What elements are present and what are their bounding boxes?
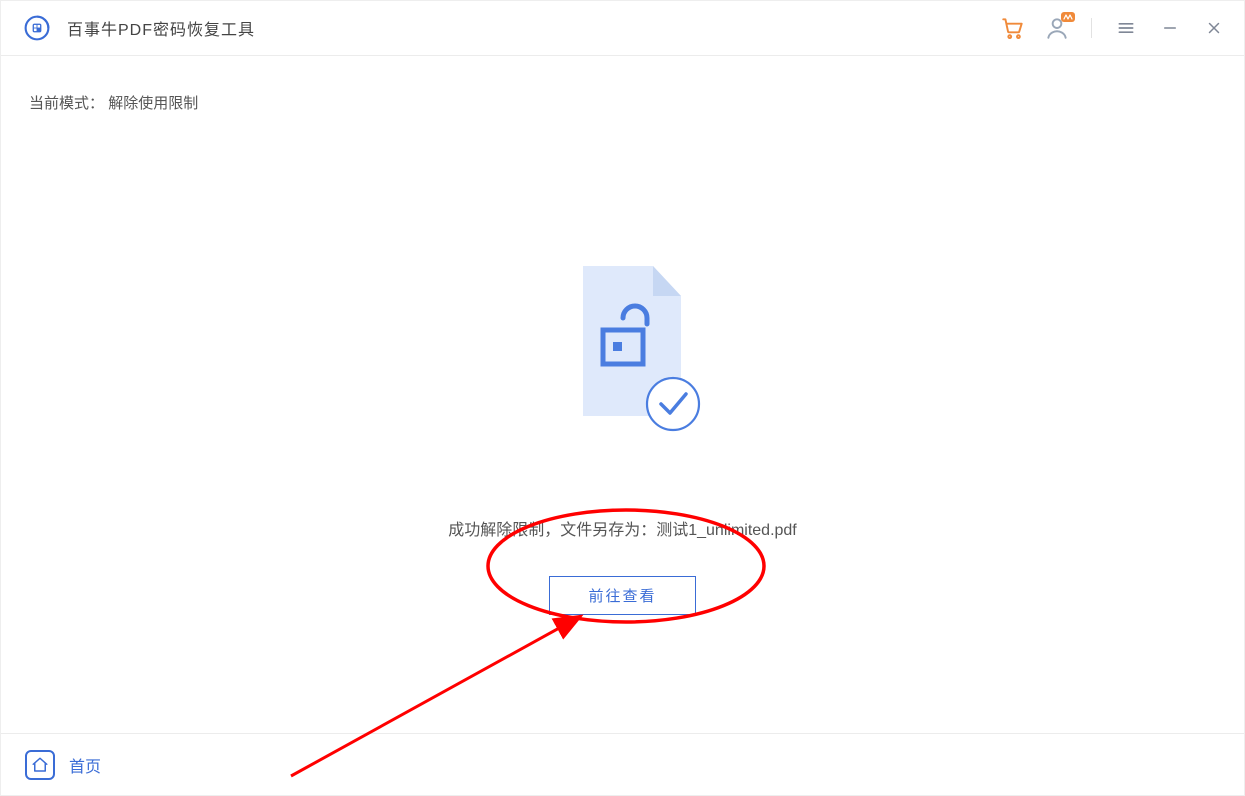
cart-icon[interactable] bbox=[999, 14, 1027, 42]
minimize-icon[interactable] bbox=[1156, 14, 1184, 42]
main-content: 当前模式： 解除使用限制 成功解除限制，文件另存为： bbox=[1, 56, 1244, 733]
mode-value: 解除使用限制 bbox=[108, 95, 198, 112]
unlocked-document-icon bbox=[553, 256, 693, 436]
home-link[interactable]: 首页 bbox=[69, 753, 101, 777]
user-icon[interactable] bbox=[1043, 14, 1071, 42]
app-title: 百事牛PDF密码恢复工具 bbox=[67, 16, 255, 40]
result-panel: 成功解除限制，文件另存为：测试1_unlimited.pdf 前往查看 bbox=[1, 256, 1244, 615]
current-mode: 当前模式： 解除使用限制 bbox=[29, 92, 1216, 113]
mode-label: 当前模式： bbox=[29, 95, 104, 112]
home-icon[interactable] bbox=[25, 750, 55, 780]
app-logo-icon bbox=[23, 14, 51, 42]
header-actions bbox=[999, 14, 1228, 42]
menu-icon[interactable] bbox=[1112, 14, 1140, 42]
close-icon[interactable] bbox=[1200, 14, 1228, 42]
app-window: 百事牛PDF密码恢复工具 bbox=[0, 0, 1245, 796]
result-filename: 测试1_unlimited.pdf bbox=[656, 522, 797, 539]
go-view-button[interactable]: 前往查看 bbox=[549, 576, 695, 615]
result-message: 成功解除限制，文件另存为： bbox=[448, 522, 656, 539]
footer-nav: 首页 bbox=[1, 733, 1244, 795]
divider bbox=[1091, 18, 1092, 38]
title-bar: 百事牛PDF密码恢复工具 bbox=[1, 1, 1244, 56]
result-text: 成功解除限制，文件另存为：测试1_unlimited.pdf bbox=[448, 516, 797, 540]
